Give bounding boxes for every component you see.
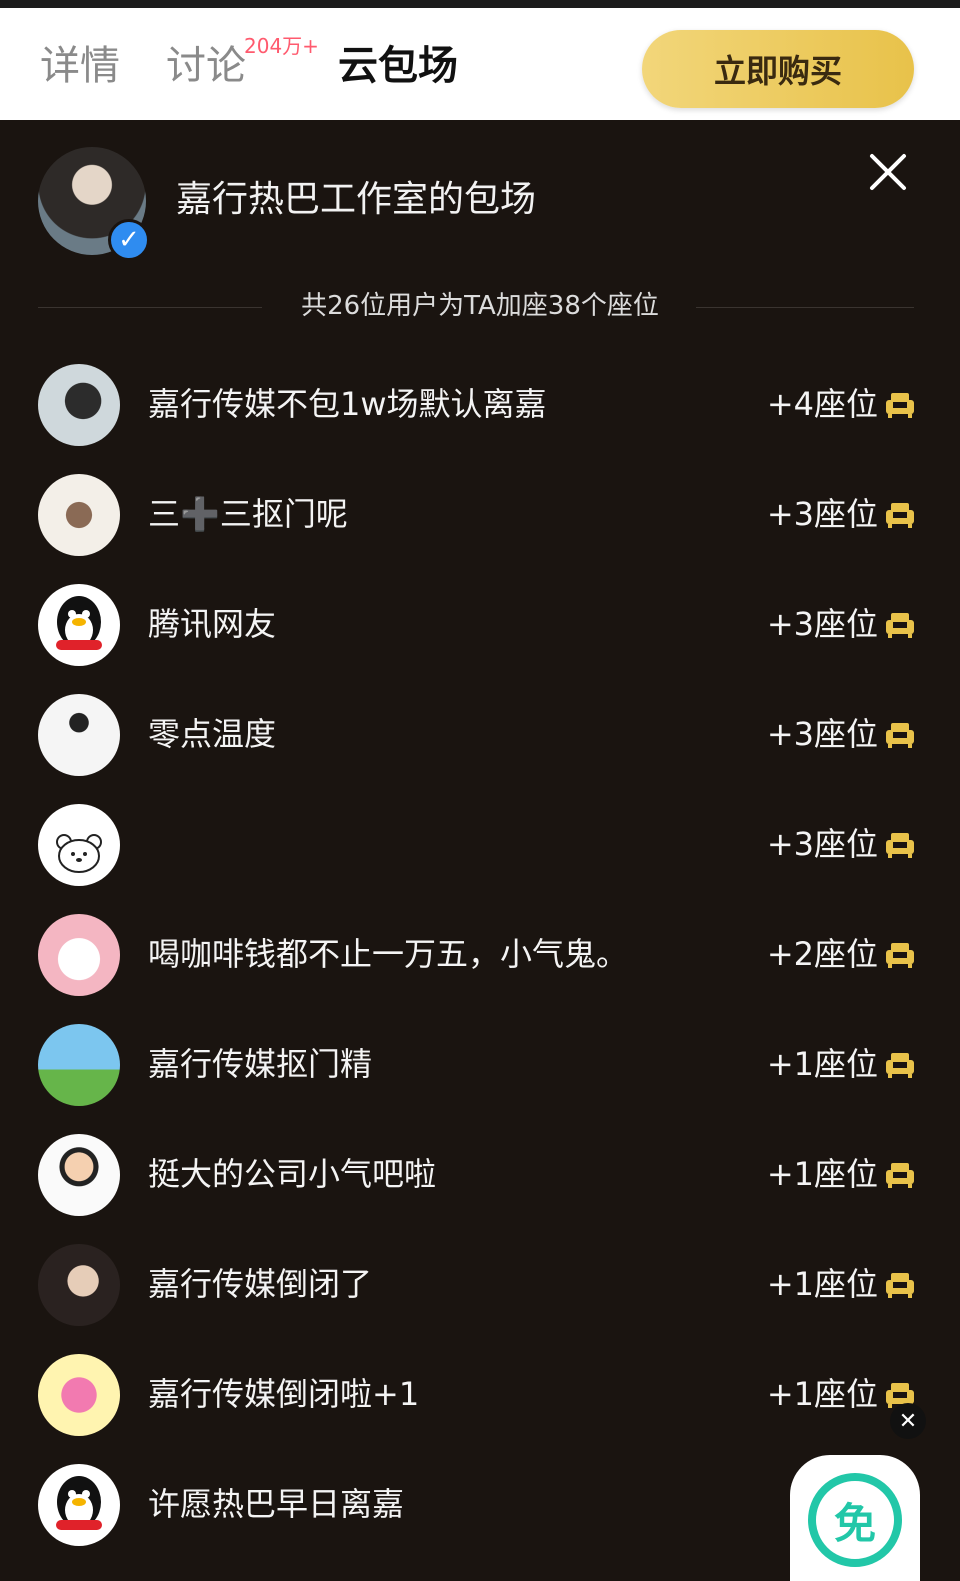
list-item[interactable]: 喝咖啡钱都不止一万五，小气鬼。 +2座位 <box>0 900 960 1010</box>
tab-cloud-booking[interactable]: 云包场 <box>338 42 458 90</box>
avatar <box>38 804 120 886</box>
bear-icon <box>56 834 102 873</box>
status-strip <box>0 0 960 8</box>
seat-icon <box>886 393 914 418</box>
avatar <box>38 474 120 556</box>
seat-count: +4座位 <box>766 385 878 423</box>
avatar <box>38 364 120 446</box>
tab-bar: 详情 讨论 204万+ 云包场 立即购买 <box>0 8 960 120</box>
list-item[interactable]: 三➕三抠门呢 +3座位 <box>0 460 960 570</box>
seat-count: +3座位 <box>766 715 878 753</box>
user-name: 挺大的公司小气吧啦 <box>148 1155 437 1193</box>
seat-icon <box>886 833 914 858</box>
seat-icon <box>886 1273 914 1298</box>
seat-count: +1座位 <box>766 1375 878 1413</box>
seat-icon <box>886 613 914 638</box>
seat-summary: 共26位用户为TA加座38个座位 <box>301 291 659 321</box>
avatar <box>38 694 120 776</box>
seat-count: +2座位 <box>766 935 878 973</box>
seat-count: +1座位 <box>766 1155 878 1193</box>
avatar <box>38 1354 120 1436</box>
seat-count: +3座位 <box>766 495 878 533</box>
user-name: 嘉行传媒不包1w场默认离嘉 <box>148 385 547 423</box>
seat-icon <box>886 723 914 748</box>
list-item[interactable]: 嘉行传媒倒闭了 +1座位 <box>0 1230 960 1340</box>
seat-count: +3座位 <box>766 825 878 863</box>
tab-discuss[interactable]: 讨论 <box>166 42 246 90</box>
avatar <box>38 1244 120 1326</box>
penguin-icon <box>56 1476 102 1530</box>
list-item[interactable]: 零点温度 +3座位 <box>0 680 960 790</box>
seat-icon <box>886 1053 914 1078</box>
buy-now-button[interactable]: 立即购买 <box>642 30 914 108</box>
user-name: 腾讯网友 <box>148 605 277 643</box>
list-item[interactable]: 嘉行传媒不包1w场默认离嘉 +4座位 <box>0 350 960 460</box>
seat-count: +3座位 <box>766 605 878 643</box>
seat-icon <box>886 943 914 968</box>
avatar <box>38 914 120 996</box>
penguin-icon <box>56 596 102 650</box>
free-badge-label: 免 <box>808 1473 902 1567</box>
seat-count: +1座位 <box>766 1265 878 1303</box>
avatar <box>38 1024 120 1106</box>
list-item[interactable]: 嘉行传媒倒闭啦+1 +1座位 <box>0 1340 960 1450</box>
avatar <box>38 1134 120 1216</box>
user-name: 嘉行传媒倒闭啦+1 <box>148 1375 420 1413</box>
seat-icon <box>886 503 914 528</box>
list-item[interactable]: 挺大的公司小气吧啦 +1座位 <box>0 1120 960 1230</box>
float-close-icon[interactable]: ✕ <box>890 1403 926 1439</box>
user-name: 三➕三抠门呢 <box>148 495 348 533</box>
avatar <box>38 1464 120 1546</box>
seat-icon <box>886 1163 914 1188</box>
discuss-count-badge: 204万+ <box>244 34 319 58</box>
avatar <box>38 584 120 666</box>
user-name: 喝咖啡钱都不止一万五，小气鬼。 <box>148 935 629 973</box>
user-name: 嘉行传媒抠门精 <box>148 1045 373 1083</box>
free-watch-badge[interactable]: 免 <box>790 1455 920 1581</box>
list-item[interactable]: 腾讯网友 +3座位 <box>0 570 960 680</box>
close-icon[interactable] <box>866 150 910 194</box>
list-item[interactable]: +3座位 <box>0 790 960 900</box>
user-name: 零点温度 <box>148 715 277 753</box>
user-name: 许愿热巴早日离嘉 <box>148 1485 405 1523</box>
user-name: 嘉行传媒倒闭了 <box>148 1265 373 1303</box>
host-title: 嘉行热巴工作室的包场 <box>176 179 537 220</box>
seat-count: +1座位 <box>766 1045 878 1083</box>
verified-icon: ✓ <box>108 219 150 261</box>
list-item[interactable]: 嘉行传媒抠门精 +1座位 <box>0 1010 960 1120</box>
tab-details[interactable]: 详情 <box>40 42 120 90</box>
